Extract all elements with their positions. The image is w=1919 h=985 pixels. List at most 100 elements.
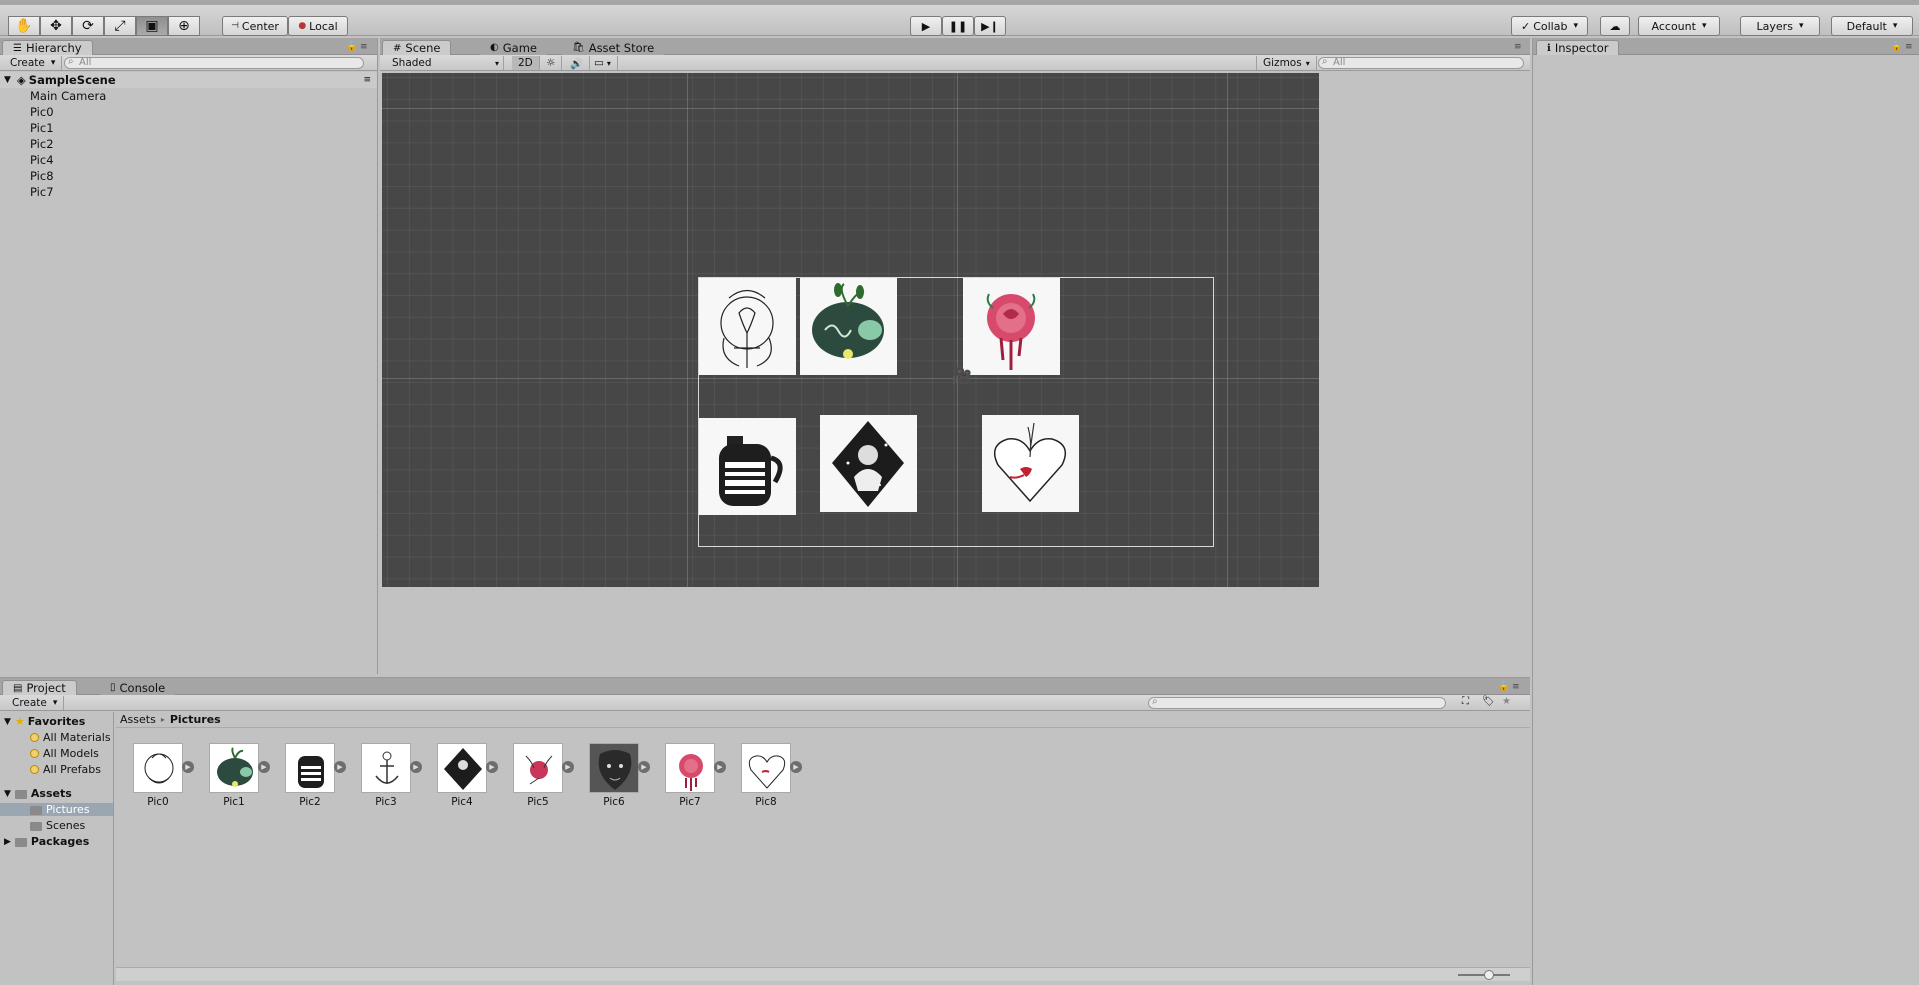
hierarchy-item[interactable]: Pic4 [0, 152, 377, 168]
panel-menu-icon[interactable]: ≡ [360, 42, 368, 52]
expand-arrow-icon[interactable]: ▼ [4, 717, 11, 727]
project-create-button[interactable]: Create [6, 696, 65, 710]
layout-dropdown[interactable]: Default [1831, 16, 1913, 36]
hierarchy-item[interactable]: Main Camera [0, 88, 377, 104]
favorite-item[interactable]: All Models [30, 747, 99, 760]
folder-scenes-label: Scenes [46, 819, 86, 832]
audio-toggle[interactable]: 🔊 [564, 56, 591, 70]
sprite-pic1[interactable] [800, 278, 897, 375]
layers-dropdown[interactable]: Layers [1740, 16, 1820, 36]
collab-dropdown[interactable]: ✓ Collab [1511, 16, 1588, 36]
tab-console[interactable]: ▯ Console [100, 680, 176, 695]
folder-scenes[interactable]: Scenes [30, 819, 85, 832]
hierarchy-item[interactable]: Pic0 [0, 104, 377, 120]
step-button[interactable]: ▶❙ [974, 16, 1006, 36]
play-arrow-icon[interactable]: ▶ [334, 761, 346, 773]
asset-item[interactable]: ▶ Pic6 [586, 743, 650, 808]
lock-icon[interactable]: 🔒 [1498, 682, 1509, 692]
gizmos-dropdown[interactable]: Gizmos ▾ [1256, 56, 1317, 70]
floral-sketch-image [720, 289, 774, 368]
tab-inspector[interactable]: ℹ Inspector [1536, 40, 1620, 55]
asset-item[interactable]: ▶ Pic5 [510, 743, 574, 808]
play-button[interactable]: ▶ [910, 16, 942, 36]
sprite-pic8[interactable] [982, 415, 1079, 512]
asset-item[interactable]: ▶ Pic4 [434, 743, 498, 808]
play-arrow-icon[interactable]: ▶ [486, 761, 498, 773]
panel-menu-icon[interactable]: ≡ [1514, 42, 1522, 52]
panel-menu-icon[interactable]: ≡ [1905, 42, 1913, 52]
search-filter-icon [30, 749, 39, 758]
camera-gizmo-icon[interactable]: 🎥 [952, 366, 972, 385]
star-icon[interactable]: ★ [1502, 696, 1511, 707]
scene-viewport[interactable]: 🎥 [382, 73, 1319, 587]
play-arrow-icon[interactable]: ▶ [714, 761, 726, 773]
zoom-slider-handle[interactable] [1484, 970, 1494, 980]
tab-asset-store[interactable]: 🛍 Asset Store [562, 40, 665, 55]
breadcrumb-assets[interactable]: Assets [120, 713, 156, 726]
expand-arrow-icon[interactable]: ▼ [4, 789, 11, 799]
effects-dropdown[interactable]: ▭ ▾ [588, 56, 618, 70]
cloud-button[interactable]: ☁ [1600, 16, 1630, 36]
pause-icon: ❚❚ [948, 19, 968, 33]
2d-toggle[interactable]: 2D [512, 56, 540, 70]
move-tool-icon[interactable]: ✥ [40, 16, 72, 36]
asset-item[interactable]: ▶ Pic3 [358, 743, 422, 808]
asset-item[interactable]: ▶ Pic8 [738, 743, 802, 808]
shading-mode-dropdown[interactable]: Shaded ▾ [386, 56, 504, 70]
packages-row[interactable]: ▶ Packages [0, 835, 89, 848]
hierarchy-search-input[interactable]: All [64, 57, 364, 69]
hierarchy-item[interactable]: Pic2 [0, 136, 377, 152]
asset-item[interactable]: ▶ Pic0 [130, 743, 194, 808]
play-arrow-icon[interactable]: ▶ [562, 761, 574, 773]
asset-item[interactable]: ▶ Pic7 [662, 743, 726, 808]
sprite-pic0[interactable] [699, 278, 796, 375]
sprite-pic4[interactable] [820, 415, 917, 512]
rotate-tool-icon[interactable]: ⟳ [72, 16, 104, 36]
play-arrow-icon[interactable]: ▶ [182, 761, 194, 773]
favorite-item[interactable]: All Prefabs [30, 763, 101, 776]
lighting-toggle[interactable]: ☼ [540, 56, 563, 70]
tab-project[interactable]: ▤ Project [2, 680, 77, 695]
play-arrow-icon[interactable]: ▶ [410, 761, 422, 773]
asset-item[interactable]: ▶ Pic1 [206, 743, 270, 808]
expand-arrow-icon[interactable]: ▶ [4, 837, 11, 847]
asset-item[interactable]: ▶ Pic2 [282, 743, 346, 808]
favorite-item[interactable]: All Materials [30, 731, 111, 744]
pivot-local-button[interactable]: ● Local [288, 16, 348, 36]
account-dropdown[interactable]: Account [1638, 16, 1720, 36]
panel-menu-icon[interactable]: ≡ [1512, 682, 1520, 692]
rect-tool-icon[interactable]: ▣ [136, 16, 168, 36]
play-arrow-icon[interactable]: ▶ [638, 761, 650, 773]
play-arrow-icon[interactable]: ▶ [790, 761, 802, 773]
scene-menu-icon[interactable]: ≡ [363, 75, 371, 85]
expand-arrow-icon[interactable]: ▼ [4, 75, 11, 85]
assets-row[interactable]: ▼ Assets [0, 787, 72, 800]
hierarchy-item-label: Pic2 [30, 137, 54, 151]
hierarchy-create-button[interactable]: Create [4, 56, 63, 70]
pivot-center-button[interactable]: ⊣ Center [222, 16, 288, 36]
scale-tool-icon[interactable]: ⤢ [104, 16, 136, 36]
scene-search-input[interactable]: All [1318, 57, 1524, 69]
filter-type-icon[interactable]: ⛶ [1462, 696, 1469, 707]
scene-root-row[interactable]: ▼ ◈ SampleScene ≡ [0, 72, 377, 88]
lock-icon[interactable]: 🔒 [346, 42, 357, 52]
hierarchy-item[interactable]: Pic1 [0, 120, 377, 136]
breadcrumb-pictures[interactable]: Pictures [170, 713, 221, 726]
favorites-row[interactable]: ▼ ★ Favorites [0, 715, 85, 728]
lock-icon[interactable]: 🔒 [1891, 42, 1902, 52]
project-search-input[interactable] [1148, 697, 1446, 709]
tab-project-label: Project [26, 681, 66, 695]
hierarchy-item[interactable]: Pic8 [0, 168, 377, 184]
transform-tool-icon[interactable]: ⊕ [168, 16, 200, 36]
pause-button[interactable]: ❚❚ [942, 16, 974, 36]
tab-game[interactable]: ◐ Game [480, 40, 547, 55]
sprite-pic2[interactable] [699, 418, 796, 515]
play-arrow-icon[interactable]: ▶ [258, 761, 270, 773]
hand-tool-icon[interactable]: ✋ [8, 16, 40, 36]
folder-pictures[interactable]: Pictures [0, 803, 113, 816]
tab-scene[interactable]: # Scene [382, 40, 452, 55]
filter-label-icon[interactable]: 🏷 [1482, 696, 1495, 707]
hierarchy-item[interactable]: Pic7 [0, 184, 377, 200]
tab-hierarchy[interactable]: ☰ Hierarchy [2, 40, 93, 55]
sprite-pic7[interactable] [963, 278, 1060, 375]
